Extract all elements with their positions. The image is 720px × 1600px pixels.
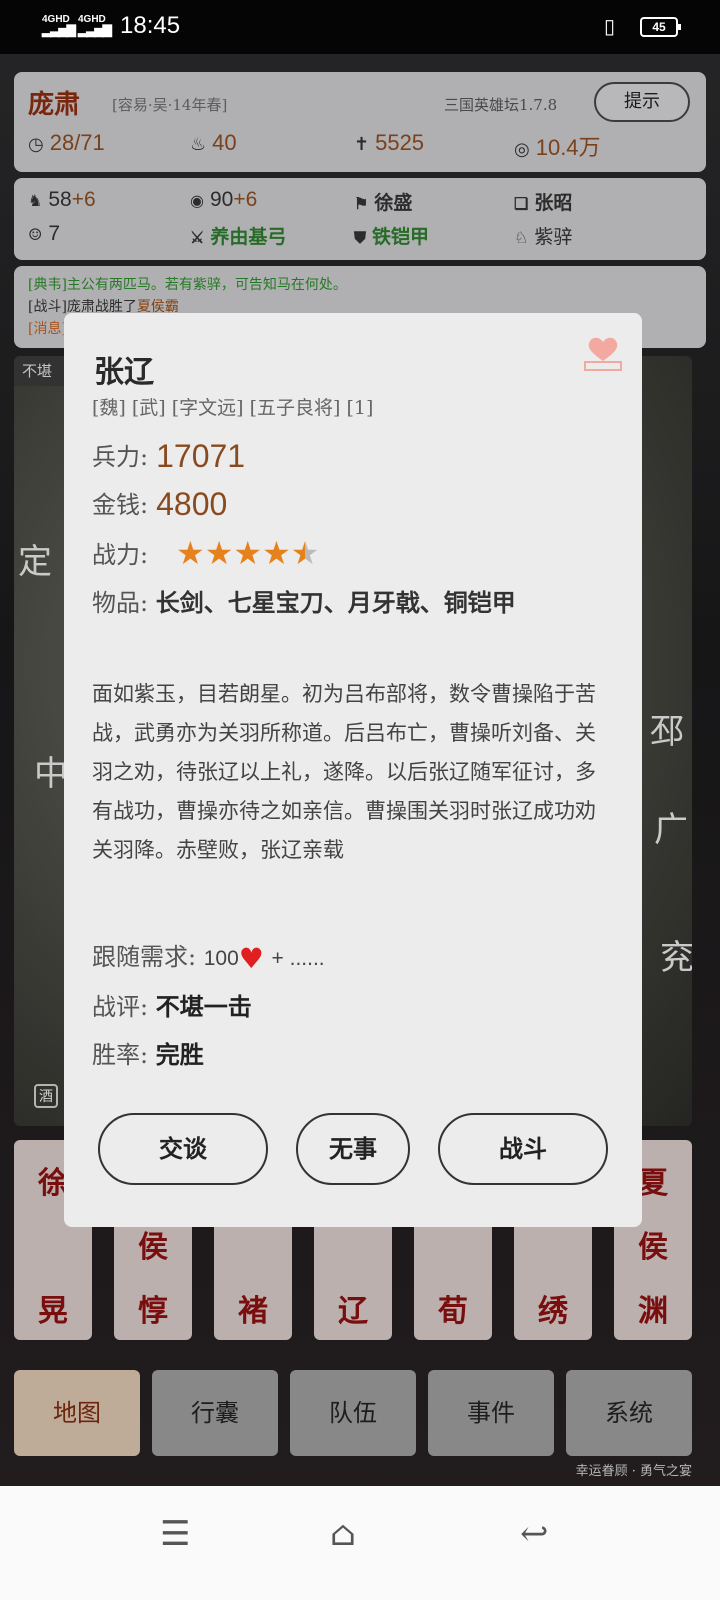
star-icon: ★: [233, 534, 263, 572]
money-row: 金钱: 4800: [92, 486, 228, 522]
battery-icon: 45: [640, 17, 681, 37]
heart-icon: ♥: [238, 942, 264, 975]
general-description: 面如紫玉，目若朗星。初为吕布部将，数令曹操陷于苦战，武勇亦为关羽所称道。后吕布亡…: [92, 682, 596, 862]
signal-icon: 4GHD ▂▃▅▇: [42, 14, 76, 37]
follow-requirement: 跟随需求: 100♥ + ......: [92, 942, 325, 975]
signal-icon: 4GHD ▂▃▅▇: [78, 14, 112, 37]
fight-button[interactable]: 战斗: [438, 1113, 608, 1185]
status-bar: 4GHD ▂▃▅▇ 4GHD ▂▃▅▇ 18:45 ▯ 45: [0, 0, 720, 54]
back-icon[interactable]: ↩: [520, 1514, 549, 1554]
win-rate: 胜率: 完胜: [92, 1040, 204, 1069]
dismiss-button[interactable]: 无事: [296, 1113, 410, 1185]
star-icon: ★: [262, 534, 291, 572]
general-tags: [魏] [武] [字文远] [五子良将] [1]: [92, 397, 374, 419]
star-icon: ★: [176, 534, 205, 572]
general-detail-dialog: 张辽 [魏] [武] [字文远] [五子良将] [1] 兵力: 17071 金钱:…: [64, 313, 642, 1227]
home-icon[interactable]: ⌂: [330, 1514, 356, 1554]
half-star-icon: ★: [290, 534, 320, 572]
clock: 18:45: [120, 12, 181, 39]
star-icon: ★: [204, 534, 234, 572]
battle-review: 战评: 不堪一击: [92, 992, 252, 1021]
vibrate-icon: ▯: [604, 16, 616, 38]
talk-button[interactable]: 交谈: [98, 1113, 268, 1185]
troops-row: 兵力: 17071: [92, 438, 246, 474]
power-rating: ★★★★★: [176, 537, 319, 569]
power-label: 战力:: [92, 541, 149, 569]
general-name: 张辽: [94, 355, 154, 390]
heart-icon[interactable]: [584, 335, 622, 371]
menu-icon[interactable]: ☰: [160, 1514, 190, 1554]
items-row: 物品: 长剑、七星宝刀、月牙戟、铜铠甲: [92, 588, 516, 617]
system-nav-bar: ☰ ⌂ ↩: [0, 1486, 720, 1600]
